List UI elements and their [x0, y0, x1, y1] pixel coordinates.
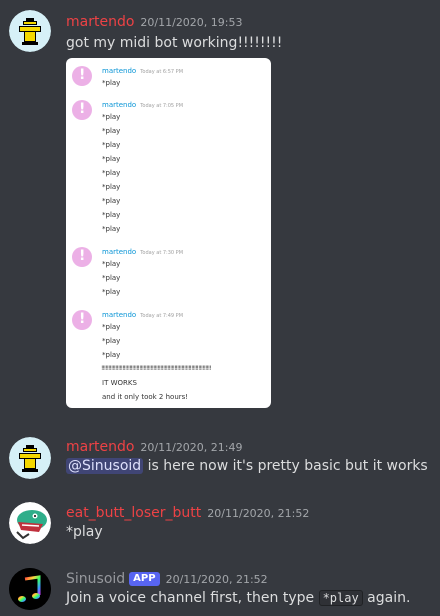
message-group: martendo 20/11/2020, 21:49 @Sinusoid is h… — [0, 430, 440, 490]
message-group: eat_butt_loser_butt 20/11/2020, 21:52 *pl… — [0, 497, 440, 557]
timestamp: 20/11/2020, 21:49 — [140, 441, 243, 454]
exclamation-avatar-icon — [72, 66, 92, 86]
creature-avatar-icon — [9, 502, 51, 544]
music-note-avatar-icon — [9, 568, 51, 610]
embed-line: *play — [102, 337, 121, 345]
message-text: got my midi bot working!!!!!!!! — [66, 35, 283, 51]
username[interactable]: Sinusoid — [66, 571, 125, 587]
embed-username: martendo — [102, 248, 137, 256]
embed-timestamp: Today at 7:49 PM — [140, 313, 184, 319]
username[interactable]: martendo — [66, 14, 134, 30]
message-body: Join a voice channel first, then type — [66, 590, 319, 606]
avatar[interactable] — [9, 568, 51, 610]
embed-line: *play — [102, 323, 121, 331]
user-mention[interactable]: @Sinusoid — [66, 458, 144, 474]
embed-line: *play — [102, 183, 121, 191]
app-badge: APP — [129, 572, 160, 586]
exclamation-avatar-icon — [72, 247, 92, 267]
timestamp: 20/11/2020, 19:53 — [140, 16, 243, 29]
embed-line: *play — [102, 169, 121, 177]
timestamp: 20/11/2020, 21:52 — [165, 573, 268, 586]
embed-line: !!!!!!!!!!!!!!!!!!!!!!!!!!!!!!!!!!!!!!!!… — [101, 365, 212, 372]
hydrant-avatar-icon — [9, 437, 51, 479]
embed-line: *play — [102, 225, 121, 233]
avatar[interactable] — [9, 502, 51, 544]
message-body: is here now it's pretty basic but it wor… — [143, 458, 428, 474]
embed-line: *play — [102, 127, 121, 135]
embed-username: martendo — [102, 311, 137, 319]
message-text: *play — [66, 524, 103, 540]
timestamp: 20/11/2020, 21:52 — [207, 507, 310, 520]
message-header: Sinusoid APP 20/11/2020, 21:52 — [66, 568, 268, 587]
embed-timestamp: Today at 7:30 PM — [140, 250, 184, 256]
embed-line: *play — [102, 351, 121, 359]
username[interactable]: martendo — [66, 439, 134, 455]
hydrant-avatar-icon — [9, 10, 51, 52]
message-header: martendo 20/11/2020, 21:49 — [66, 436, 243, 455]
embed-line: *play — [102, 79, 121, 87]
embed-line: *play — [102, 211, 121, 219]
embed-line: *play — [102, 288, 121, 296]
message-body: again. — [362, 590, 411, 606]
embed-line: *play — [102, 113, 121, 121]
embed-timestamp: Today at 7:05 PM — [140, 103, 184, 109]
image-attachment[interactable]: martendoToday at 6:57 PM *play martendoT… — [66, 58, 271, 408]
message-text: Join a voice channel first, then type *p… — [66, 590, 410, 606]
avatar[interactable] — [9, 10, 51, 52]
message-header: martendo 20/11/2020, 19:53 — [66, 11, 243, 30]
embed-line: *play — [102, 274, 121, 282]
embed-line: *play — [102, 260, 121, 268]
embed-line: *play — [102, 141, 121, 149]
embed-line: *play — [102, 155, 121, 163]
message-group: Sinusoid APP 20/11/2020, 21:52 Join a voic… — [0, 563, 440, 616]
embed-line: IT WORKS — [102, 379, 137, 387]
embed-username: martendo — [102, 101, 137, 109]
embed-line: and it only took 2 hours! — [102, 393, 189, 401]
exclamation-avatar-icon — [72, 310, 92, 330]
message-header: eat_butt_loser_butt 20/11/2020, 21:52 — [66, 502, 309, 521]
embed-username: martendo — [102, 67, 137, 75]
avatar[interactable] — [9, 437, 51, 479]
username[interactable]: eat_butt_loser_butt — [66, 505, 201, 521]
embed-timestamp: Today at 6:57 PM — [140, 69, 184, 75]
message-group: martendo 20/11/2020, 19:53 got my midi bo… — [0, 0, 440, 420]
message-text: @Sinusoid is here now it's pretty basic … — [66, 458, 428, 474]
exclamation-avatar-icon — [72, 100, 92, 120]
embed-line: *play — [102, 197, 121, 205]
inline-code: *play — [318, 590, 363, 606]
